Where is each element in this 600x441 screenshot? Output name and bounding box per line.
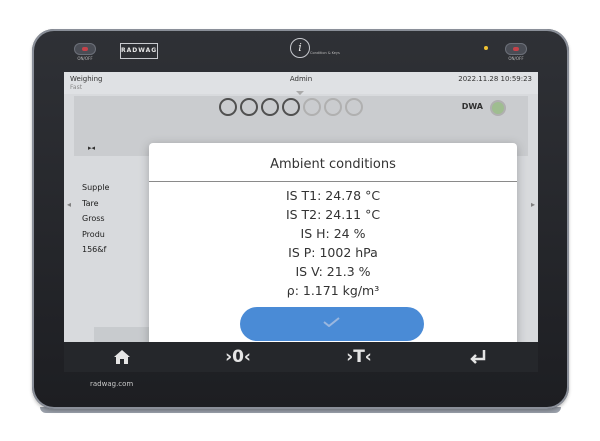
- dialog-title: Ambient conditions: [270, 157, 396, 172]
- zero-button[interactable]: ›0‹: [218, 345, 258, 369]
- info-caption: Condition & Keys: [310, 51, 340, 55]
- status-led: [484, 46, 488, 50]
- ambient-conditions-dialog: Ambient conditions IS T1: 24.78 °C IS T2…: [149, 143, 517, 357]
- home-icon: [114, 350, 130, 364]
- brand-url: radwag.com: [90, 380, 134, 388]
- device-top-panel: ON/OFF RADWAG i Condition & Keys ON/OFF: [32, 29, 569, 74]
- reading-temperature-2: IS T2: 24.11 °C: [285, 207, 381, 222]
- home-button[interactable]: [102, 345, 142, 369]
- info-button[interactable]: i: [290, 38, 310, 58]
- reading-pressure: IS P: 1002 hPa: [288, 245, 378, 260]
- check-icon: [323, 317, 340, 327]
- reading-vibration: IS V: 21.3 %: [295, 264, 371, 279]
- navigation-bar: ›0‹ ›T‹: [64, 342, 538, 372]
- confirm-button[interactable]: [240, 307, 424, 341]
- dialog-divider: [149, 181, 517, 182]
- sub-mode-label: Fast: [70, 84, 83, 91]
- terminal-device: ON/OFF RADWAG i Condition & Keys ON/OFF …: [32, 29, 569, 413]
- readings-list: IS T1: 24.78 °C IS T2: 24.11 °C IS H: 24…: [149, 186, 517, 300]
- reading-temperature-1: IS T1: 24.78 °C: [285, 188, 381, 203]
- display-screen: Weighing Fast Admin 2022.11.28 10:59:23 …: [64, 72, 538, 372]
- power-button-caption: ON/OFF: [508, 56, 524, 61]
- reading-air-density: ρ: 1.171 kg/m³: [286, 283, 380, 298]
- tare-button[interactable]: ›T‹: [339, 345, 379, 369]
- enter-button[interactable]: [458, 345, 498, 369]
- datetime-label: 2022.11.28 10:59:23: [458, 75, 532, 83]
- power-button-right[interactable]: ON/OFF: [505, 43, 527, 61]
- power-button-caption: ON/OFF: [77, 56, 93, 61]
- reading-humidity: IS H: 24 %: [300, 226, 366, 241]
- enter-icon: [470, 350, 486, 364]
- radwag-logo: RADWAG: [120, 43, 158, 59]
- power-button-left[interactable]: ON/OFF: [74, 43, 96, 61]
